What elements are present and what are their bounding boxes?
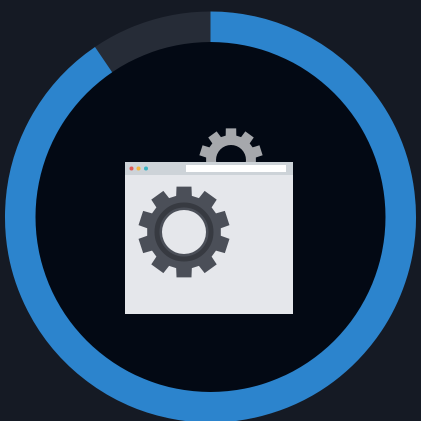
window-maximize-dot — [144, 166, 148, 171]
window-close-dot — [129, 166, 134, 171]
window-minimize-dot — [136, 166, 141, 171]
settings-loading-screen — [0, 0, 421, 421]
browser-address-bar — [186, 165, 286, 172]
loading-graphic — [5, 11, 416, 421]
